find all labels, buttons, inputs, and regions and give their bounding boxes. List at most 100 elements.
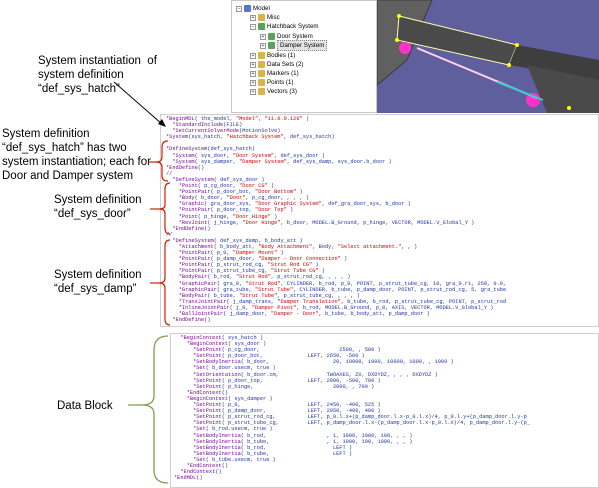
tree-item[interactable]: + Points (1) — [250, 78, 293, 87]
annotation-def-sys-door: System definition “def_sys_door” — [54, 194, 142, 220]
code-keyword: *EndContext — [174, 469, 216, 476]
code-keyword: *DefineSystem — [166, 237, 214, 244]
folder-icon — [258, 79, 265, 86]
code-keyword: *Set — [174, 426, 206, 433]
code-string: "Damper Mount" — [232, 250, 278, 257]
code-text: ( p_0, LEFT, 2450, -400, 525 ) — [221, 402, 381, 409]
code-text: (MotionSolve) — [239, 128, 281, 135]
code-keyword: *TransJointPair — [166, 298, 227, 305]
tree-expander-icon[interactable]: + — [250, 52, 256, 59]
code-text: ( b_rod.usecm, true ) — [205, 426, 273, 433]
code-text: , b_tube, b_body_att, p_damp_door ) — [318, 311, 430, 317]
mdl-code-definitions[interactable]: *BeginMDL( the_model, "Model", "11.0.0.1… — [160, 114, 599, 327]
code-keyword: *BeginContext — [174, 335, 222, 341]
code-keyword: *SetPoint — [174, 377, 222, 384]
code-text: () — [197, 164, 205, 171]
code-text: ( b_body_att, — [213, 243, 259, 250]
code-text: ( b_door, 20, 10000, 1000, 10000, 1000, … — [240, 359, 454, 366]
code-text: , def_gra_door_sys, b_door ) — [321, 201, 411, 208]
tree-item[interactable]: + Misc — [250, 13, 280, 22]
code-text: ( p_hinge, — [197, 213, 233, 220]
code-text: (def_sys_hatch) — [207, 146, 256, 153]
code-text: ( b_tube, — [207, 292, 240, 299]
code-keyword: *SetBodyInertia — [174, 359, 241, 366]
folder-icon — [258, 61, 265, 68]
tree-expander-icon[interactable]: + — [250, 70, 256, 77]
tree-item[interactable]: − Model — [236, 4, 270, 13]
tree-expander-icon[interactable]: + — [250, 79, 256, 86]
code-text: ( j_0, — [229, 304, 252, 311]
tree-expander-icon[interactable]: − — [236, 5, 242, 12]
code-text: ( b_tube, , 1, 1000, 100, 1000, , , ) — [240, 438, 413, 445]
code-text: ( b_door, — [194, 195, 227, 202]
tree-expander-icon[interactable]: + — [260, 42, 266, 49]
code-text: ( p_strut_rod_cg, — [210, 262, 268, 269]
code-text: () — [204, 225, 211, 232]
code-keyword: *Set — [174, 456, 206, 463]
code-string: "Select attachment." — [337, 243, 402, 250]
code-text: , b_door, MODEL.B_Ground, p_hinge, VECTO… — [280, 219, 475, 226]
folder-icon — [258, 52, 265, 59]
code-string: "Door System" — [232, 152, 275, 159]
code-text: ( sys_hatch ) — [221, 335, 264, 341]
tree-expander-icon[interactable]: + — [250, 88, 256, 95]
tree-item[interactable]: + Bodies (1) — [250, 51, 295, 60]
code-string: "Damper - Door" — [270, 311, 319, 317]
tree-expander-icon[interactable]: + — [260, 33, 266, 40]
code-keyword: *EndMDL — [174, 475, 197, 482]
code-string: "Model" — [235, 116, 259, 122]
code-text: () — [221, 462, 229, 469]
folder-icon — [258, 88, 265, 95]
mdl-code-data-block[interactable]: *BeginContext( sys_hatch ) *BeginContext… — [170, 333, 599, 488]
tree-item[interactable]: + Markers (1) — [250, 69, 299, 78]
code-keyword: *EndContext — [174, 389, 222, 396]
system-icon — [258, 23, 265, 30]
tree-item-label: Points (1) — [267, 79, 294, 86]
code-keyword: *Point — [166, 183, 198, 190]
model-browser: − Model + Misc − Hatchback System + Door System… — [231, 0, 377, 113]
tree-expander-icon[interactable]: + — [250, 61, 256, 68]
tree-item[interactable]: + Data Sets (2) — [250, 60, 303, 69]
code-text: ( p_door_bot, — [210, 189, 256, 196]
code-text: ) — [340, 256, 348, 263]
code-string: "11.0.0.120" — [264, 116, 303, 122]
code-text: ( def_sys_damp, b_body_att ) — [213, 237, 303, 244]
code-keyword: *Attachment — [166, 243, 214, 250]
tree-item[interactable]: + Damper System — [260, 40, 328, 51]
code-keyword: *SetPoint — [174, 414, 222, 421]
code-keyword: *SetBodyInertia — [174, 432, 241, 439]
tree-item-label: Markers (1) — [267, 70, 299, 77]
code-text: ( sys_door ) — [228, 341, 267, 348]
code-string: "Damper Pivot" — [251, 304, 297, 311]
code-keyword: *PointPair — [166, 250, 211, 257]
code-keyword: *EndContext — [174, 462, 222, 469]
code-text: ) — [312, 262, 319, 269]
code-keyword: *System — [166, 152, 195, 159]
code-keyword: *BeginContext — [174, 395, 229, 402]
code-keyword: *StandardInclude — [166, 122, 224, 129]
tree-expander-icon[interactable]: − — [250, 23, 256, 30]
code-string: "Door Hinge" — [242, 219, 281, 226]
code-keyword: *SetPoint — [174, 353, 222, 360]
code-text: ( p_cg_door, — [197, 183, 240, 190]
tree-item[interactable]: − Hatchback System — [250, 22, 319, 31]
code-text: , def_sys_door ) — [274, 152, 325, 159]
tree-expander-icon[interactable]: + — [250, 14, 256, 21]
system-icon — [268, 42, 275, 49]
code-text: ( p_door_top, LEFT, 2000, -500, 700 ) — [221, 377, 381, 384]
annotation-def-sys-hatch: System definition “def_sys_hatch” has tw… — [2, 128, 151, 182]
code-text: ( p_cg_door, 2500, , 500 ) — [221, 347, 381, 354]
code-text: ) — [286, 207, 294, 214]
code-text: ( b_tube, LEFT ) — [240, 450, 353, 457]
tree-item-label: Bodies (1) — [267, 52, 296, 59]
code-text: ( j_damp_trans, — [226, 298, 278, 305]
tree-item[interactable]: + Vectors (3) — [250, 87, 297, 96]
tree-item-label: Damper System — [277, 40, 328, 51]
code-text: ( def_sys_door ) — [213, 176, 265, 183]
code-text: , def_sys_damp, sys_door.b_door ) — [286, 158, 392, 165]
code-text: ( j_hinge, — [207, 219, 243, 226]
code-text: (sys_hatch, — [188, 134, 227, 141]
model-viewport[interactable] — [377, 0, 599, 113]
code-keyword: *SetBodyInertia — [174, 438, 241, 445]
code-string: "Damper System" — [239, 158, 287, 165]
